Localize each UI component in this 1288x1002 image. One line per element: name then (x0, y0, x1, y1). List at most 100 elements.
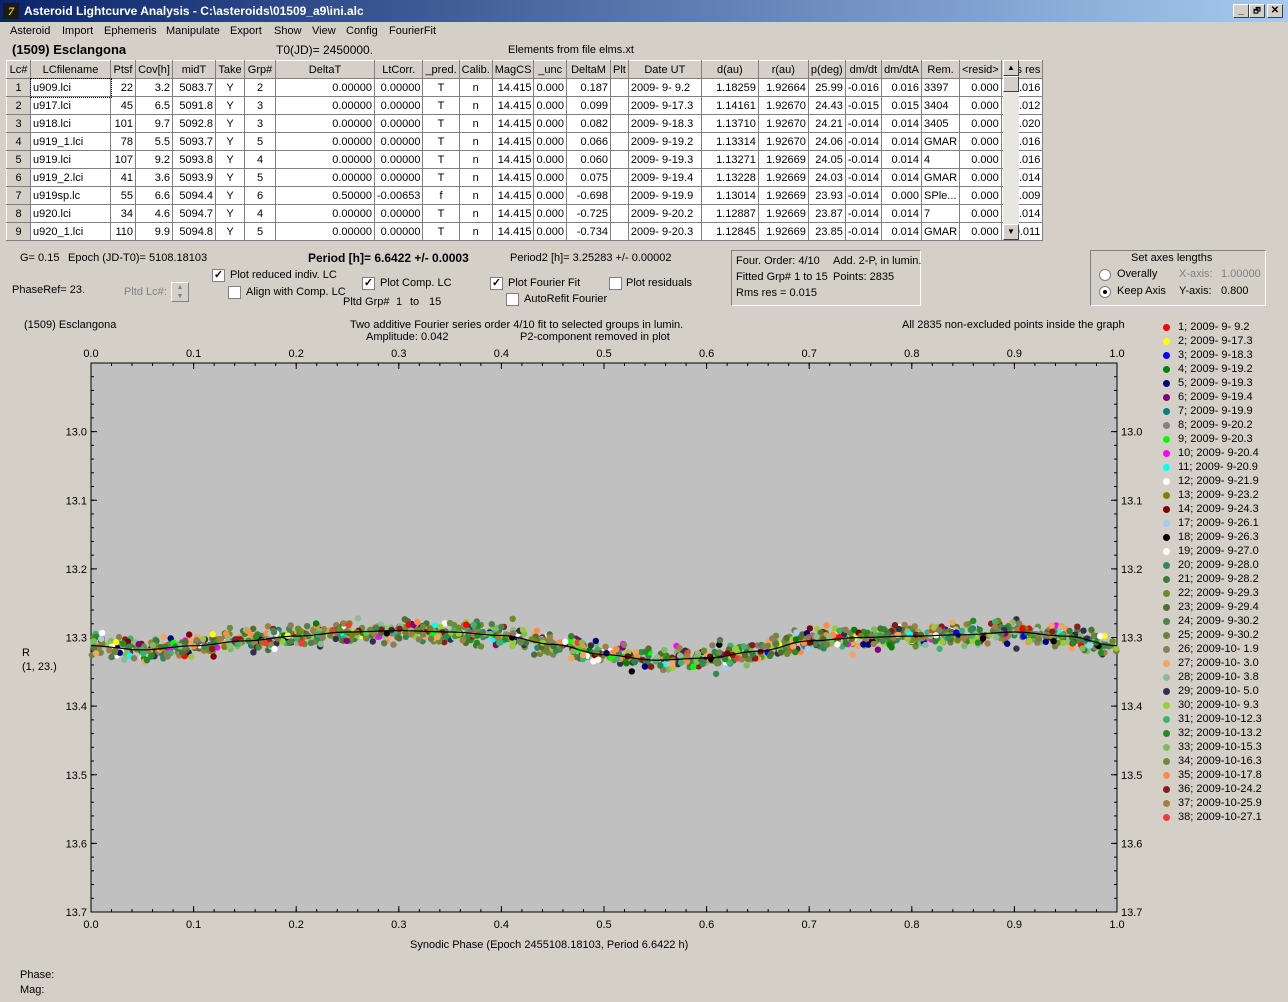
column-header[interactable]: p(deg) (807, 60, 846, 79)
table-cell[interactable]: 14.415 (491, 150, 535, 169)
table-cell[interactable]: 24.06 (807, 132, 846, 151)
table-cell[interactable]: 0.000 (959, 186, 1002, 205)
table-cell[interactable] (609, 132, 629, 151)
plot-reduced-checkbox[interactable]: ✓ (212, 269, 225, 282)
table-cell[interactable]: 0.000 (959, 78, 1002, 97)
table-cell[interactable]: 14.415 (491, 204, 535, 223)
y-axis-value[interactable]: 0.800 (1221, 285, 1249, 297)
table-cell[interactable]: 0.000 (959, 168, 1002, 187)
row-number[interactable]: 1 (6, 78, 31, 97)
table-cell[interactable]: Y (215, 114, 245, 133)
table-cell[interactable]: -0.014 (844, 114, 883, 133)
table-cell[interactable]: 9.2 (135, 150, 173, 169)
plot-comp-checkbox[interactable]: ✓ (362, 277, 375, 290)
table-cell[interactable]: 0.099 (565, 96, 611, 115)
table-cell[interactable]: 2009- 9-18.3 (627, 114, 702, 133)
table-cell[interactable]: -0.014 (844, 204, 883, 223)
column-header[interactable]: Calib. (458, 60, 493, 79)
table-cell[interactable]: 14.415 (491, 222, 535, 241)
table-cell[interactable]: 0.00000 (275, 204, 375, 223)
maximize-button[interactable]: 🗗 (1249, 4, 1265, 18)
table-cell[interactable]: 0.000 (959, 204, 1002, 223)
row-number[interactable]: 2 (6, 96, 31, 115)
menu-asteroid[interactable]: Asteroid (10, 25, 50, 37)
table-row[interactable]: 7 u919sp.lc 55 6.6 5094.4 Y 6 0.50000 -0.00653 f n… (6, 186, 1044, 205)
table-cell[interactable]: 0.00000 (373, 150, 424, 169)
table-cell[interactable]: 0.014 (881, 204, 923, 223)
table-cell[interactable]: 14.415 (491, 132, 535, 151)
table-cell[interactable]: 78 (110, 132, 136, 151)
table-cell[interactable]: 4 (921, 150, 961, 169)
table-cell[interactable]: -0.698 (565, 186, 611, 205)
table-cell[interactable]: T (422, 168, 460, 187)
table-cell[interactable]: 14.415 (491, 96, 535, 115)
table-cell[interactable]: f (422, 186, 460, 205)
plot-residuals-checkbox[interactable] (609, 277, 622, 290)
table-cell[interactable]: 5092.8 (172, 114, 216, 133)
table-cell[interactable]: 6 (244, 186, 276, 205)
scroll-thumb[interactable] (1003, 76, 1019, 92)
table-cell[interactable]: 1.92669 (757, 168, 809, 187)
table-cell[interactable]: Y (215, 222, 245, 241)
table-cell[interactable]: 0.014 (881, 222, 923, 241)
table-cell[interactable]: 0.000 (959, 150, 1002, 169)
table-cell[interactable]: 9.7 (135, 114, 173, 133)
table-cell[interactable]: 2009- 9-19.2 (627, 132, 702, 151)
table-cell[interactable]: u919_1.lci (30, 132, 111, 151)
menu-export[interactable]: Export (230, 25, 262, 37)
table-cell[interactable]: 0.060 (565, 150, 611, 169)
table-cell[interactable]: n (458, 114, 493, 133)
column-header[interactable]: d(au) (700, 60, 759, 79)
table-cell[interactable]: n (458, 150, 493, 169)
table-cell[interactable]: 6.5 (135, 96, 173, 115)
column-header[interactable]: MagCS (491, 60, 535, 79)
table-cell[interactable]: 1.92664 (757, 78, 809, 97)
table-cell[interactable]: u919_2.lci (30, 168, 111, 187)
table-cell[interactable]: 5094.7 (172, 204, 216, 223)
keep-axis-radio[interactable] (1099, 286, 1111, 298)
table-cell[interactable]: 0.000 (881, 186, 923, 205)
column-header[interactable]: dm/dt (844, 60, 883, 79)
table-cell[interactable]: 0.00000 (373, 78, 424, 97)
table-row[interactable]: 5 u919.lci 107 9.2 5093.8 Y 4 0.00000 0.00000 Tn 1… (6, 150, 1044, 169)
column-header[interactable]: Plt (609, 60, 629, 79)
table-cell[interactable]: 0.000 (959, 222, 1002, 241)
column-header[interactable]: dm/dtA (881, 60, 923, 79)
column-header[interactable]: _unc (533, 60, 567, 79)
menu-ephemeris[interactable]: Ephemeris (104, 25, 157, 37)
scroll-up-arrow-icon[interactable]: ▲ (1003, 60, 1019, 76)
table-cell[interactable]: u909.lci (29, 77, 112, 98)
table-row[interactable]: 2 u917.lci 45 6.5 5091.8 Y 3 0.00000 0.00000 Tn 14… (6, 96, 1044, 115)
table-cell[interactable]: SPle... (921, 186, 961, 205)
table-cell[interactable]: 0.000 (533, 96, 567, 115)
table-row[interactable]: 4 u919_1.lci 78 5.5 5093.7 Y 5 0.00000 0.00000 Tn… (6, 132, 1044, 151)
table-cell[interactable]: Y (215, 132, 245, 151)
table-cell[interactable]: 0.066 (565, 132, 611, 151)
table-cell[interactable]: T (422, 114, 460, 133)
table-cell[interactable]: 0.00000 (275, 132, 375, 151)
table-cell[interactable]: 14.415 (491, 186, 535, 205)
table-cell[interactable]: 5 (244, 168, 276, 187)
column-header[interactable]: Take (215, 60, 245, 79)
table-cell[interactable]: 5083.7 (172, 78, 216, 97)
table-cell[interactable]: 1.13014 (700, 186, 759, 205)
table-cell[interactable]: 3.6 (135, 168, 173, 187)
table-cell[interactable]: -0.00653 (373, 186, 424, 205)
menu-config[interactable]: Config (346, 25, 378, 37)
table-cell[interactable]: -0.016 (844, 78, 883, 97)
table-cell[interactable]: 5.5 (135, 132, 173, 151)
table-cell[interactable]: -0.014 (844, 222, 883, 241)
table-cell[interactable]: 0.000 (959, 96, 1002, 115)
table-cell[interactable]: n (458, 96, 493, 115)
close-button[interactable]: ✕ (1267, 4, 1283, 18)
column-header[interactable]: Grp# (244, 60, 276, 79)
table-cell[interactable]: 0.014 (881, 150, 923, 169)
column-header[interactable]: r(au) (757, 60, 809, 79)
table-cell[interactable]: 7 (921, 204, 961, 223)
table-cell[interactable]: 0.000 (959, 114, 1002, 133)
table-cell[interactable]: 5093.7 (172, 132, 216, 151)
table-cell[interactable]: 4 (244, 204, 276, 223)
table-cell[interactable]: 1.92669 (757, 150, 809, 169)
table-cell[interactable]: 0.00000 (275, 150, 375, 169)
table-cell[interactable]: 0.00000 (275, 96, 375, 115)
